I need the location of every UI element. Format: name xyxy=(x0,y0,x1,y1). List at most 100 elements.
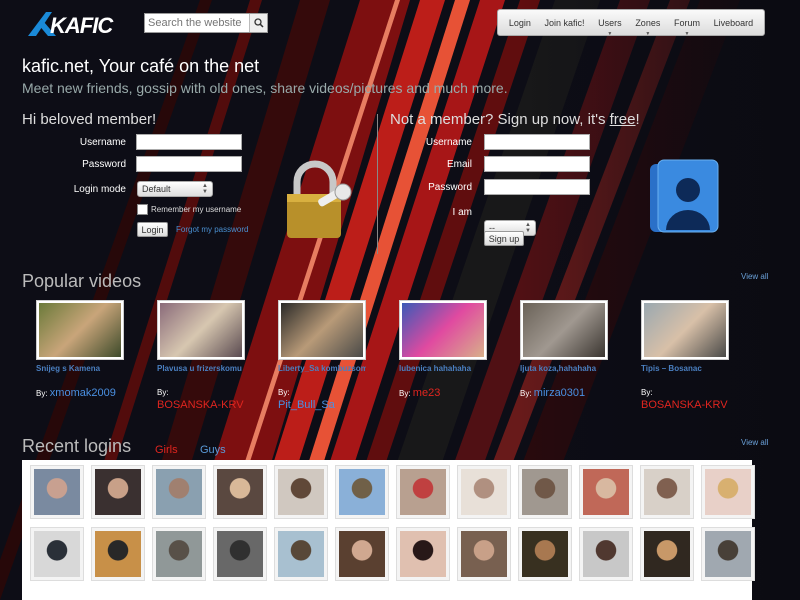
tab-guys[interactable]: Guys xyxy=(200,444,226,456)
user-avatar[interactable] xyxy=(518,465,572,519)
top-navigation: Login Join kafic! Users ▼ Zones ▼ Forum ▼ Livebo… xyxy=(497,9,765,37)
video-user-link[interactable]: Pit_Bull_Sa xyxy=(278,399,335,411)
video-card[interactable]: Tipis – Bosanac By: BOSANSKA-KRV xyxy=(641,300,729,412)
video-card[interactable]: Snijeg s Kamena By: xmomak2009 xyxy=(36,300,124,400)
video-title-link[interactable]: Plavusa u frizerskomu xyxy=(157,364,245,373)
user-avatar[interactable] xyxy=(152,465,206,519)
users-icon xyxy=(650,159,719,233)
video-title-link[interactable]: Liberty_Sa kombuzsom!!! xyxy=(278,364,366,373)
user-avatar[interactable] xyxy=(91,527,145,581)
user-avatar[interactable] xyxy=(335,527,389,581)
signup-email-label: Email xyxy=(446,159,472,170)
signup-password-input[interactable] xyxy=(484,179,590,195)
user-avatar[interactable] xyxy=(152,527,206,581)
signup-email-input[interactable] xyxy=(484,156,590,172)
user-avatar[interactable] xyxy=(335,465,389,519)
nav-item-zones[interactable]: Zones ▼ xyxy=(635,17,661,37)
video-user-link[interactable]: mirza0301 xyxy=(534,387,585,399)
video-user-link[interactable]: xmomak2009 xyxy=(50,387,116,399)
video-title-link[interactable]: Snijeg s Kamena xyxy=(36,364,124,373)
video-user-link[interactable]: me23 xyxy=(413,387,441,399)
user-avatar[interactable] xyxy=(30,527,84,581)
user-avatar[interactable] xyxy=(274,465,328,519)
user-avatar-image xyxy=(400,469,446,515)
videos-view-all-link[interactable]: View all xyxy=(741,272,768,281)
user-avatar-image xyxy=(461,531,507,577)
user-avatar-image xyxy=(339,469,385,515)
login-mode-select[interactable]: Default ▲ ▼ xyxy=(137,181,213,197)
search-input[interactable] xyxy=(145,14,249,32)
video-card[interactable]: ljuta koza,hahahaha By: mirza0301 xyxy=(520,300,608,400)
user-avatar[interactable] xyxy=(518,527,572,581)
nav-item-login[interactable]: Login xyxy=(509,18,531,28)
signup-password-label: Password xyxy=(428,182,472,193)
popular-videos-title: Popular videos xyxy=(22,271,142,291)
signup-button[interactable]: Sign up xyxy=(484,231,524,246)
remember-checkbox[interactable] xyxy=(137,204,148,215)
login-button[interactable]: Login xyxy=(137,222,168,237)
user-avatar[interactable] xyxy=(457,527,511,581)
login-mode-value: Default xyxy=(142,184,171,194)
user-avatar[interactable] xyxy=(30,465,84,519)
user-avatar-image xyxy=(34,531,80,577)
video-by-label: By: xyxy=(520,389,532,398)
user-avatar-image xyxy=(522,469,568,515)
user-avatar[interactable] xyxy=(701,527,755,581)
video-thumbnail[interactable] xyxy=(157,300,245,360)
search-icon xyxy=(253,18,264,28)
video-author: By: BOSANSKA-KRV xyxy=(641,387,729,412)
user-avatar-image xyxy=(95,531,141,577)
video-title-link[interactable]: lubenica hahahaha xyxy=(399,364,487,373)
logins-view-all-link[interactable]: View all xyxy=(741,438,768,447)
video-user-link[interactable]: BOSANSKA-KRV xyxy=(641,399,728,411)
nav-item-users[interactable]: Users ▼ xyxy=(598,18,622,37)
forgot-password-link[interactable]: Forgot my password xyxy=(176,225,248,234)
video-thumbnail-image xyxy=(402,303,484,357)
user-avatar-image xyxy=(217,469,263,515)
video-title-link[interactable]: Tipis – Bosanac xyxy=(641,364,729,373)
nav-item-label: Zones xyxy=(635,17,661,28)
video-thumbnail[interactable] xyxy=(641,300,729,360)
user-avatar[interactable] xyxy=(91,465,145,519)
user-avatar[interactable] xyxy=(579,465,633,519)
video-author: By: BOSANSKA-KRV xyxy=(157,387,245,412)
nav-item-liveboard[interactable]: Liveboard xyxy=(714,18,754,28)
video-thumbnail[interactable] xyxy=(399,300,487,360)
login-password-input[interactable] xyxy=(136,156,242,172)
user-avatar-image xyxy=(400,531,446,577)
login-heading: Hi beloved member! xyxy=(22,111,157,128)
nav-item-forum[interactable]: Forum ▼ xyxy=(674,18,700,37)
user-avatar[interactable] xyxy=(701,465,755,519)
video-title-link[interactable]: ljuta koza,hahahaha xyxy=(520,364,608,373)
video-user-link[interactable]: BOSANSKA-KRV xyxy=(157,399,244,411)
user-avatar[interactable] xyxy=(640,465,694,519)
select-arrows-icon: ▲ ▼ xyxy=(202,183,208,195)
user-avatar[interactable] xyxy=(640,527,694,581)
video-thumbnail[interactable] xyxy=(36,300,124,360)
signup-iam-label: I am xyxy=(452,207,472,218)
video-thumbnail[interactable] xyxy=(278,300,366,360)
video-card[interactable]: Liberty_Sa kombuzsom!!! By: Pit_Bull_Sa xyxy=(278,300,366,412)
user-avatar[interactable] xyxy=(396,527,450,581)
signup-username-input[interactable] xyxy=(484,134,590,150)
video-by-label: By: xyxy=(641,388,653,397)
user-avatar[interactable] xyxy=(579,527,633,581)
user-avatar[interactable] xyxy=(213,465,267,519)
login-username-input[interactable] xyxy=(136,134,242,150)
user-avatar-image xyxy=(705,531,751,577)
kafic-logo[interactable]: KAFIC xyxy=(28,10,124,38)
video-card[interactable]: lubenica hahahaha By: me23 xyxy=(399,300,487,400)
user-avatar-image xyxy=(644,469,690,515)
video-thumbnail[interactable] xyxy=(520,300,608,360)
user-avatar-image xyxy=(34,469,80,515)
video-card[interactable]: Plavusa u frizerskomu By: BOSANSKA-KRV xyxy=(157,300,245,412)
user-avatar[interactable] xyxy=(274,527,328,581)
user-avatar[interactable] xyxy=(213,527,267,581)
login-username-label: Username xyxy=(79,137,126,148)
user-avatar[interactable] xyxy=(396,465,450,519)
search-button[interactable] xyxy=(249,14,267,32)
tab-girls[interactable]: Girls xyxy=(155,444,178,456)
user-avatar[interactable] xyxy=(457,465,511,519)
nav-item-join-kafic[interactable]: Join kafic! xyxy=(544,18,584,28)
user-avatar-image xyxy=(339,531,385,577)
